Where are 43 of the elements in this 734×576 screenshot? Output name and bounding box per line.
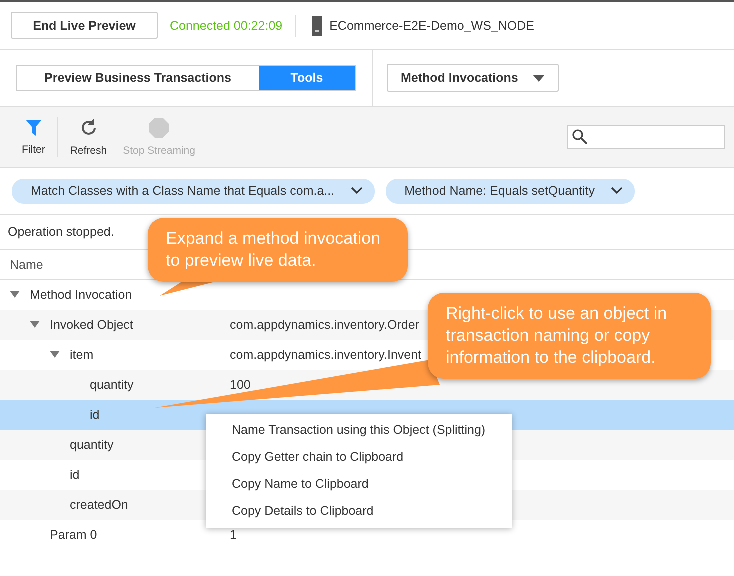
node-name-text: Invoked Object: [50, 318, 134, 332]
node-name-text: quantity: [90, 378, 134, 392]
node-name-text: id: [90, 408, 100, 422]
tree-node[interactable]: item: [0, 340, 204, 370]
chevron-icon: [610, 187, 623, 195]
search-icon: [572, 129, 588, 145]
menu-item[interactable]: Copy Details to Clipboard: [206, 498, 512, 525]
node-name-text: id: [70, 468, 80, 482]
node-value: 1: [230, 528, 237, 542]
end-live-preview-button[interactable]: End Live Preview: [11, 12, 158, 39]
node-name-text: Method Invocation: [30, 288, 132, 302]
chevron-icon: [350, 187, 363, 195]
search-field[interactable]: [567, 125, 725, 149]
connection-status: Connected 00:22:09: [170, 18, 283, 32]
filter-chip[interactable]: Match Classes with a Class Name that Equals com.a...: [12, 178, 375, 204]
expand-toggle-icon[interactable]: [10, 291, 20, 299]
refresh-button[interactable]: Refresh: [62, 118, 116, 156]
expand-toggle-icon[interactable]: [50, 351, 60, 359]
tree-node[interactable]: id: [0, 460, 204, 490]
node-value: 100: [230, 378, 251, 392]
tree-node[interactable]: Method Invocation: [0, 280, 204, 310]
caret-icon: [533, 74, 545, 82]
node-value: com.appdynamics.inventory.Invent: [230, 348, 422, 362]
node-value: com.appdynamics.inventory.Order: [230, 318, 420, 332]
server-icon: [312, 16, 322, 36]
tree-node[interactable]: Param 0: [0, 520, 204, 550]
filter-button[interactable]: Filter: [14, 118, 54, 156]
status-message: Operation stopped.: [8, 225, 114, 239]
callout-tooltip: Right-click to use an object in transaction naming or copy information to the clipboard.: [428, 293, 711, 379]
node-name-text: Param 0: [50, 528, 98, 542]
stop-icon: [149, 118, 170, 138]
node-name-text: item: [70, 348, 94, 362]
menu-item[interactable]: Name Transaction using this Object (Splitting): [206, 417, 512, 444]
node-name-text: createdOn: [70, 498, 128, 512]
node-name: ECommerce-E2E-Demo_WS_NODE: [330, 18, 535, 32]
filter-icon: [24, 118, 43, 136]
node-name-text: quantity: [70, 438, 114, 452]
menu-item[interactable]: Copy Name to Clipboard: [206, 471, 512, 498]
menu-item[interactable]: Copy Getter chain to Clipboard: [206, 444, 512, 471]
view-dropdown[interactable]: Method Invocations: [387, 64, 559, 92]
column-header[interactable]: Name: [10, 258, 44, 272]
expand-toggle-icon[interactable]: [30, 321, 40, 329]
filter-chip[interactable]: Method Name: Equals setQuantity: [386, 178, 635, 204]
